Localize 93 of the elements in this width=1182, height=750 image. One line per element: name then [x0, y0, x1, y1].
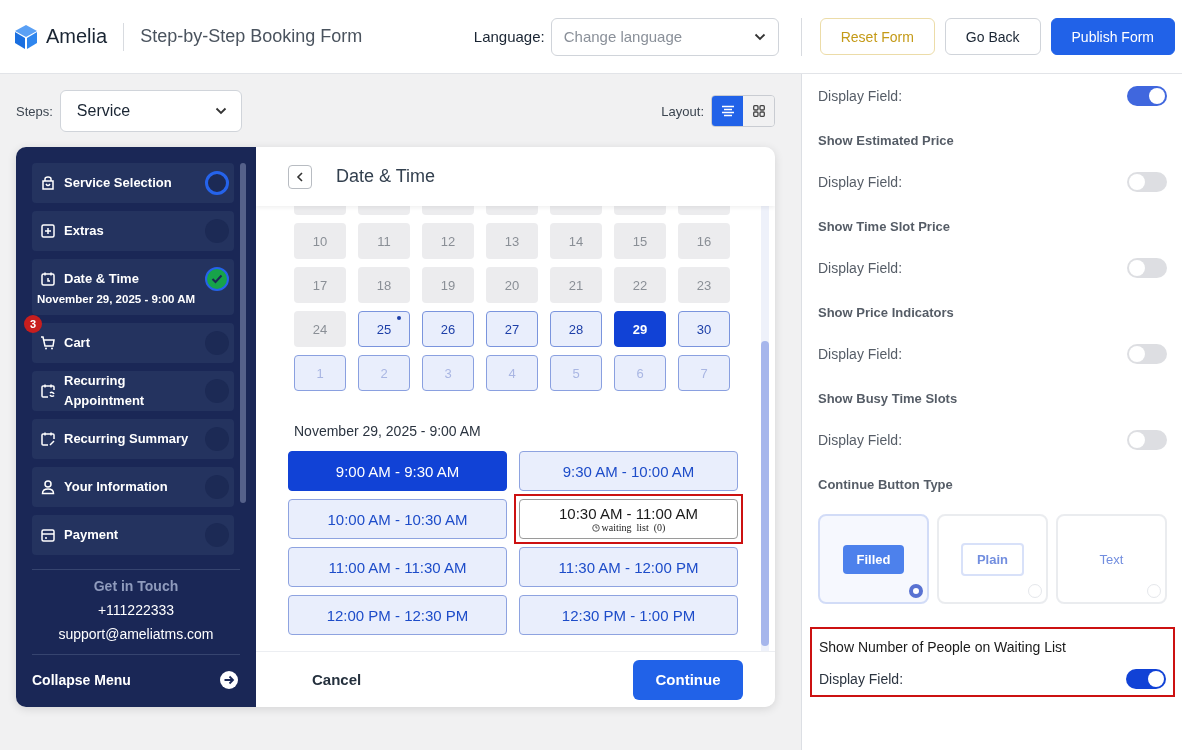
setting-label: Display Field:: [818, 432, 903, 448]
calendar-day: [358, 206, 410, 215]
calendar-day[interactable]: 26: [422, 311, 474, 347]
list-layout-button[interactable]: [712, 96, 743, 126]
setting-title: Show Estimated Price: [818, 132, 955, 150]
toggle-switch[interactable]: [1127, 86, 1167, 106]
button-style-sample: Plain: [960, 542, 1025, 576]
publish-button[interactable]: Publish Form: [1050, 18, 1175, 55]
continue-button[interactable]: Continue: [633, 659, 743, 700]
chevron-down-icon: [214, 107, 227, 115]
calendar-day[interactable]: 28: [550, 311, 602, 347]
setting-label: Display Field:: [818, 260, 903, 276]
toggle-switch[interactable]: [1127, 344, 1167, 364]
plus-square-icon: [40, 223, 56, 239]
count-badge: 3: [24, 315, 42, 333]
waiting-list-note: waiting list (0): [601, 522, 666, 533]
time-slot[interactable]: 10:00 AM - 10:30 AM: [288, 499, 507, 539]
chevron-down-icon: [753, 32, 766, 41]
toggle-switch[interactable]: [1126, 669, 1166, 689]
calendar-day: [678, 206, 730, 215]
setting-title: Show Time Slot Price: [818, 218, 951, 236]
setting-label: Display Field:: [818, 88, 903, 104]
collapse-menu-link[interactable]: Collapse Menu: [32, 671, 131, 688]
cancel-button[interactable]: Cancel: [312, 667, 362, 692]
button-type-option[interactable]: Text: [1056, 514, 1167, 604]
sidebar-step[interactable]: Extras: [32, 211, 234, 251]
bag-icon: [40, 175, 56, 191]
calendar-day: [486, 206, 538, 215]
person-icon: [40, 479, 56, 495]
reset-button[interactable]: Reset Form: [819, 18, 935, 55]
setting-label: Display Field:: [818, 174, 903, 190]
back-arrow-button[interactable]: [288, 164, 312, 189]
toggle-switch[interactable]: [1127, 258, 1167, 278]
calendar-day: [294, 206, 346, 215]
time-slot[interactable]: 9:00 AM - 9:30 AM: [288, 451, 507, 491]
panel-title: Date & Time: [336, 166, 436, 187]
calendar-icon: [40, 271, 56, 287]
cart-icon: [40, 335, 56, 351]
time-slot[interactable]: 10:30 AM - 11:00 AM waiting list (0): [519, 499, 738, 539]
list-icon: [720, 105, 735, 117]
check-icon: [211, 274, 223, 284]
toggle-switch[interactable]: [1127, 172, 1167, 192]
calendar-day[interactable]: 29: [614, 311, 666, 347]
time-slot[interactable]: 11:30 AM - 12:00 PM: [519, 547, 738, 587]
contact-title: Get in Touch: [93, 578, 179, 594]
time-slot[interactable]: 11:00 AM - 11:30 AM: [288, 547, 507, 587]
logo-text: Amelia: [46, 25, 108, 48]
setting-label: Display Field:: [818, 346, 903, 362]
sidebar-step[interactable]: Recurring Summary: [32, 419, 234, 459]
calendar-day[interactable]: 30: [678, 311, 730, 347]
language-select[interactable]: Change language: [550, 17, 779, 56]
page-title: Step-by-Step Booking Form: [140, 26, 363, 47]
sidebar-step[interactable]: Payment: [32, 515, 234, 555]
steps-select[interactable]: Service: [59, 90, 242, 132]
back-button[interactable]: Go Back: [944, 18, 1041, 55]
steps-label: Steps:: [16, 103, 53, 119]
sidebar-step[interactable]: Date & Time November 29, 2025 - 9:00 AM: [32, 259, 234, 315]
calendar-day: [614, 206, 666, 215]
layout-label: Layout:: [661, 103, 704, 119]
radio-button[interactable]: [909, 584, 923, 598]
arrow-right-circle-icon: [220, 670, 238, 689]
time-slot[interactable]: 12:00 PM - 12:30 PM: [288, 595, 507, 635]
time-slot[interactable]: 12:30 PM - 1:00 PM: [519, 595, 738, 635]
button-type-option[interactable]: Filled: [818, 514, 929, 604]
button-style-sample: Filled: [842, 544, 905, 574]
card-icon: [40, 527, 56, 543]
calendar-day: [422, 206, 474, 215]
email-address: support@ameliatms.com: [58, 626, 214, 642]
chevron-left-icon: [296, 171, 304, 182]
button-style-sample: Text: [1098, 550, 1125, 569]
step-subtitle: November 29, 2025 - 9:00 AM: [37, 293, 197, 305]
phone-number: +111222333: [97, 602, 175, 618]
setting-title: Continue Button Type: [818, 476, 954, 494]
calendar-day[interactable]: 25: [358, 311, 410, 347]
toggle-switch[interactable]: [1127, 430, 1167, 450]
clock-icon: [591, 523, 600, 532]
setting-title: Show Price Indicators: [818, 304, 955, 322]
logo-cube-icon: [14, 23, 38, 50]
calendar-repeat-icon: [40, 383, 56, 399]
sidebar-step[interactable]: Service Selection: [32, 163, 234, 203]
language-label: Language:: [473, 28, 545, 45]
sidebar-step[interactable]: Your Information: [32, 467, 234, 507]
setting-title: Show Number of People on Waiting List: [819, 638, 1067, 657]
button-type-option[interactable]: Plain: [937, 514, 1048, 604]
setting-title: Show Busy Time Slots: [818, 390, 959, 408]
time-slot[interactable]: 9:30 AM - 10:00 AM: [519, 451, 738, 491]
calendar-day: [550, 206, 602, 215]
selected-datetime: November 29, 2025 - 9:00 AM: [294, 423, 482, 439]
calendar-day[interactable]: 27: [486, 311, 538, 347]
setting-label: Display Field:: [819, 671, 904, 687]
calendar-edit-icon: [40, 431, 56, 447]
sidebar-step[interactable]: Recurring Appointment: [32, 371, 234, 411]
grid-icon: [752, 105, 765, 117]
